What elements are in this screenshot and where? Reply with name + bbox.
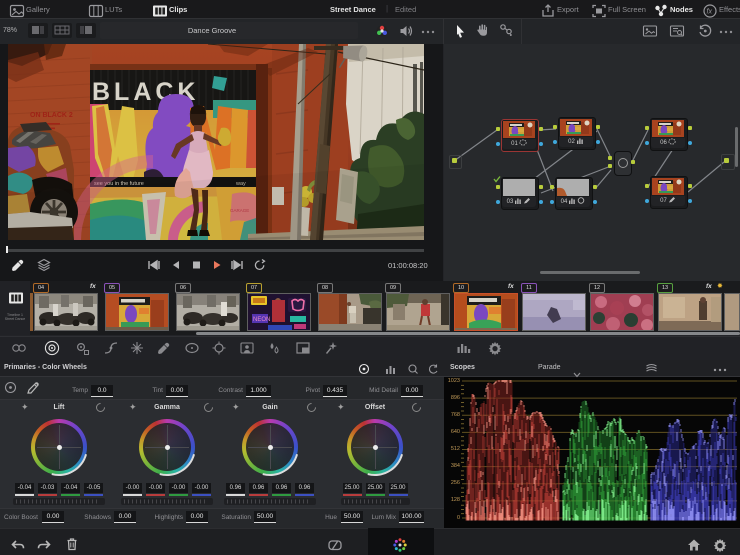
- svg-text:fx: fx: [707, 9, 713, 16]
- svg-text:NEON: NEON: [253, 317, 270, 323]
